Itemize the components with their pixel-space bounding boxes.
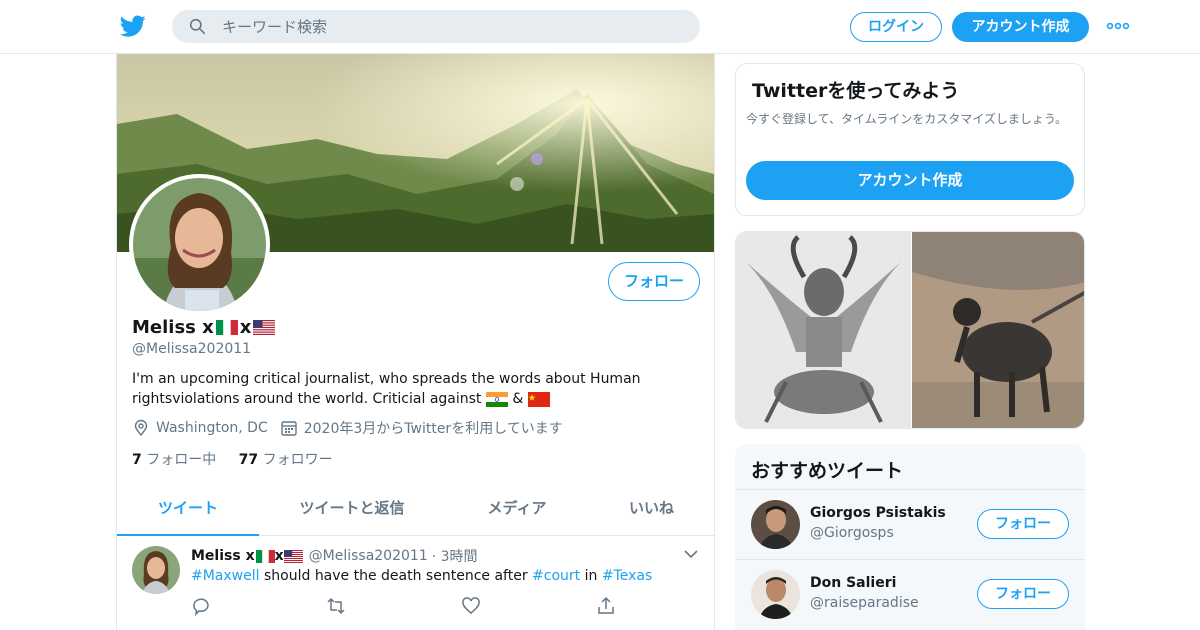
signup-button[interactable]: アカウント作成 bbox=[952, 12, 1089, 42]
search-bar[interactable] bbox=[172, 10, 700, 43]
recommended-title: おすすめツイート bbox=[751, 460, 904, 482]
profile-counts: 7 フォロー中 77 フォロワー bbox=[132, 449, 333, 469]
reply-icon[interactable] bbox=[191, 596, 211, 616]
bio-amp: & bbox=[512, 391, 524, 407]
followers-count: 77 bbox=[238, 452, 259, 468]
profile-location: Washington, DC bbox=[156, 420, 268, 436]
twitter-bird-icon[interactable] bbox=[120, 13, 146, 39]
share-icon[interactable] bbox=[596, 596, 616, 616]
tweet-text-part: in bbox=[580, 568, 602, 584]
media-thumbnail[interactable] bbox=[736, 232, 911, 429]
search-icon bbox=[189, 18, 206, 35]
following-link[interactable]: 7 フォロー中 bbox=[132, 452, 216, 468]
join-twitter-card: Twitterを使ってみよう 今すぐ登録して、タイムラインをカスタマイズしましょ… bbox=[735, 63, 1085, 216]
login-button[interactable]: ログイン bbox=[850, 12, 942, 42]
hashtag-link[interactable]: #Texas bbox=[602, 568, 652, 584]
recommended-user-handle: @Giorgosps bbox=[810, 525, 894, 541]
recommended-user-name[interactable]: Giorgos Psistakis bbox=[810, 505, 946, 521]
tweet-author-handle[interactable]: @Melissa202011 bbox=[309, 548, 428, 564]
avatar[interactable] bbox=[751, 500, 800, 549]
more-dots-icon[interactable] bbox=[1106, 20, 1130, 32]
retweet-icon[interactable] bbox=[326, 596, 346, 616]
follow-button[interactable]: フォロー bbox=[608, 262, 700, 301]
create-account-button[interactable]: アカウント作成 bbox=[746, 161, 1074, 200]
profile-name-text: Meliss x bbox=[132, 317, 214, 338]
following-label: フォロー中 bbox=[146, 452, 217, 468]
profile-handle: @Melissa202011 bbox=[132, 341, 252, 357]
tweet-text: #Maxwell should have the death sentence … bbox=[191, 568, 652, 584]
join-card-description: 今すぐ登録して、タイムラインをカスタマイズしましょう。 bbox=[746, 112, 1068, 126]
tab-tweets-and-replies[interactable]: ツイートと返信 bbox=[259, 486, 445, 536]
follow-button[interactable]: フォロー bbox=[977, 579, 1069, 609]
avatar[interactable] bbox=[751, 570, 800, 619]
profile-name: Meliss x x bbox=[132, 317, 276, 338]
usa-flag-icon bbox=[253, 320, 276, 335]
like-icon[interactable] bbox=[461, 596, 481, 616]
profile-meta: Washington, DC 2020年3月からTwitterを利用しています bbox=[132, 418, 563, 438]
profile-joined-date: 2020年3月からTwitterを利用しています bbox=[303, 421, 563, 437]
recommended-user-handle: @raiseparadise bbox=[810, 595, 919, 611]
tweet-author-name-sep: x bbox=[274, 548, 284, 564]
chevron-down-icon[interactable] bbox=[684, 550, 698, 559]
hashtag-link[interactable]: #court bbox=[532, 568, 580, 584]
tweet-author-name[interactable]: Meliss x bbox=[191, 548, 255, 564]
top-navigation-bar: ログイン アカウント作成 bbox=[0, 0, 1200, 54]
tweet-header: Meliss x x @Melissa202011 · 3時間 bbox=[191, 546, 478, 566]
italy-flag-icon bbox=[255, 549, 275, 563]
tweet-text-part: should have the death sentence after bbox=[259, 568, 533, 584]
profile-column: フォロー Meliss x x @Melissa202011 I'm an up… bbox=[116, 54, 715, 630]
followers-link[interactable]: 77 フォロワー bbox=[239, 452, 333, 468]
media-thumbnail[interactable] bbox=[912, 232, 1085, 429]
recommended-user[interactable]: Giorgos Psistakis @Giorgosps フォロー bbox=[735, 489, 1085, 559]
india-flag-icon bbox=[485, 391, 508, 407]
profile-avatar[interactable] bbox=[129, 174, 270, 315]
profile-tabs: ツイート ツイートと返信 メディア いいね bbox=[117, 486, 714, 536]
china-flag-icon bbox=[527, 391, 550, 407]
tab-tweets[interactable]: ツイート bbox=[117, 486, 259, 536]
usa-flag-icon bbox=[283, 549, 303, 563]
hashtag-link[interactable]: #Maxwell bbox=[191, 568, 260, 584]
bio-line-1: I'm an upcoming critical journalist, who… bbox=[132, 371, 641, 387]
search-input[interactable] bbox=[222, 10, 682, 43]
join-card-title: Twitterを使ってみよう bbox=[752, 80, 960, 102]
media-gallery bbox=[735, 231, 1085, 429]
italy-flag-icon bbox=[215, 320, 238, 335]
tab-media[interactable]: メディア bbox=[445, 486, 589, 536]
tweet-timestamp[interactable]: · 3時間 bbox=[432, 546, 478, 566]
tab-likes[interactable]: いいね bbox=[589, 486, 714, 536]
followers-label: フォロワー bbox=[262, 452, 333, 468]
bio-line-2: rightsviolations around the world. Criti… bbox=[132, 391, 482, 407]
profile-name-sep: x bbox=[239, 317, 252, 338]
location-icon bbox=[134, 419, 148, 437]
recommended-tweets-card: おすすめツイート Giorgos Psistakis @Giorgosps フォ… bbox=[735, 444, 1085, 630]
profile-bio: I'm an upcoming critical journalist, who… bbox=[132, 369, 692, 409]
following-count: 7 bbox=[132, 452, 142, 468]
recommended-user[interactable]: Don Salieri @raiseparadise フォロー bbox=[735, 559, 1085, 629]
calendar-icon bbox=[281, 421, 297, 436]
follow-button[interactable]: フォロー bbox=[977, 509, 1069, 539]
tweet-actions bbox=[191, 596, 641, 616]
recommended-user-name[interactable]: Don Salieri bbox=[810, 575, 896, 591]
tweet-avatar[interactable] bbox=[132, 546, 180, 594]
tweet-item[interactable]: Meliss x x @Melissa202011 · 3時間 #Maxwell… bbox=[117, 536, 714, 630]
